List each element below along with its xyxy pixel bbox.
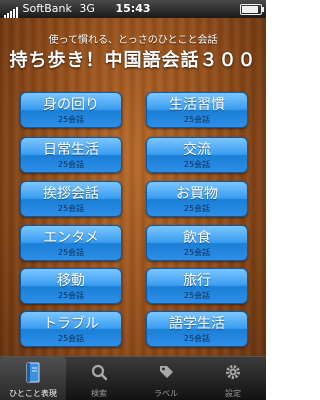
category-button-trouble[interactable]: トラブル 25会話 [20,311,122,347]
category-count: 25会話 [183,248,211,257]
tab-search[interactable]: 検索 [66,357,132,400]
tab-label: ひとこと表現 [9,389,57,398]
category-button-gogaku-seikatsu[interactable]: 語学生活 25会話 [146,311,248,347]
category-count: 25会話 [57,204,85,213]
category-button-kouryuu[interactable]: 交流 25会話 [146,137,248,173]
category-button-entame[interactable]: エンタメ 25会話 [20,225,122,261]
category-name: エンタメ [43,230,99,246]
category-count: 25会話 [183,334,211,343]
category-count: 25会話 [57,248,85,257]
category-button-idou[interactable]: 移動 25会話 [20,268,122,304]
category-count: 25会話 [183,204,211,213]
category-count: 25会話 [57,115,85,124]
tag-icon [160,366,173,378]
tab-label: 設定 [225,389,241,398]
tab-label: ラベル [154,389,178,398]
app-screen: { "status": { "carrier": "SoftBank", "ne… [0,0,266,400]
category-name: 飲食 [183,230,211,246]
category-count: 25会話 [57,160,85,169]
category-count: 25会話 [57,334,85,343]
category-name: 生活習慣 [169,97,225,113]
search-icon [91,364,107,381]
category-button-aisatsu-kaiwa[interactable]: 挨拶会話 25会話 [20,181,122,217]
category-count: 25会話 [183,115,211,124]
tab-phrases[interactable]: ひとこと表現 [0,357,66,400]
category-count: 25会話 [183,160,211,169]
category-count: 25会話 [183,291,211,300]
tab-labels[interactable]: ラベル [133,357,199,400]
app-title: 持ち歩き！中国語会話３００ [9,50,257,71]
category-name: お買物 [176,186,218,202]
category-button-mi-no-mawari[interactable]: 身の回り 25会話 [20,92,122,128]
tab-bar: ひとこと表現 検索 ラベル 設定 [0,356,266,400]
category-count: 25会話 [57,291,85,300]
category-button-seikatsu-shuukan[interactable]: 生活習慣 25会話 [146,92,248,128]
category-button-ryokou[interactable]: 旅行 25会話 [146,268,248,304]
status-bar: SoftBank 3G 15:43 [0,0,266,18]
category-name: 交流 [183,142,211,158]
category-name: 語学生活 [169,316,225,332]
tagline: 使って慣れる、とっさのひとこと会話 [48,35,218,46]
status-time: 15:43 [115,2,151,15]
category-button-nichijou-seikatsu[interactable]: 日常生活 25会話 [20,137,122,173]
category-name: トラブル [43,316,99,332]
category-name: 身の回り [43,97,99,113]
category-name: 移動 [57,273,85,289]
category-name: 日常生活 [43,142,99,158]
battery-icon [240,4,264,15]
category-button-inshoku[interactable]: 飲食 25会話 [146,225,248,261]
book-icon [26,362,40,383]
tab-settings[interactable]: 設定 [200,357,266,400]
tab-label: 検索 [91,389,107,398]
category-button-okaimono[interactable]: お買物 25会話 [146,181,248,217]
category-name: 旅行 [183,273,211,289]
gear-icon [226,365,240,379]
category-name: 挨拶会話 [43,186,99,202]
